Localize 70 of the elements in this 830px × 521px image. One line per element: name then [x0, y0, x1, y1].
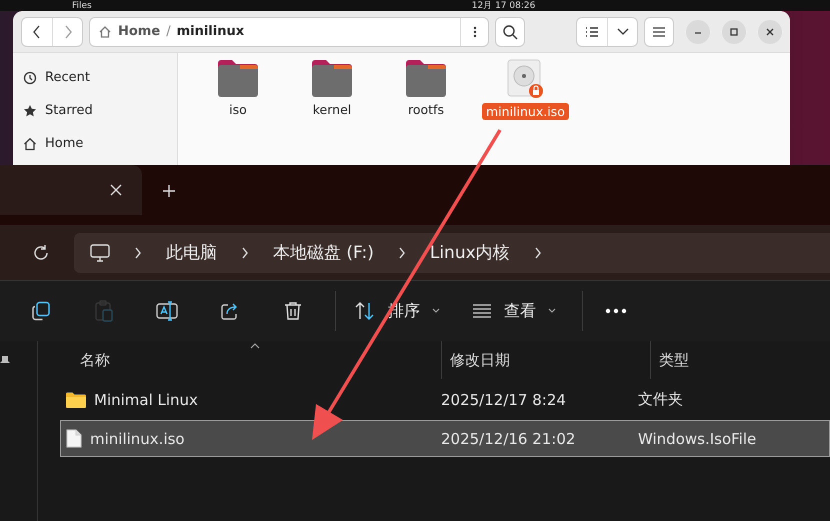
folder-icon [66, 392, 86, 408]
folder-icon [218, 59, 258, 97]
close-button[interactable] [758, 20, 782, 44]
clock: 12月 17 08:26 [472, 0, 536, 10]
file-item[interactable]: minilinux.iso [482, 59, 569, 165]
sidebar-item[interactable]: Home [13, 127, 177, 160]
app-name: Files [72, 0, 92, 10]
file-name: minilinux.iso [90, 430, 185, 448]
file-row[interactable]: minilinux.iso 2025/12/16 21:02 Windows.IsoFile [60, 420, 830, 457]
caret-icon [548, 308, 556, 314]
path-bar[interactable]: Home / minilinux [89, 16, 489, 46]
computer-icon [90, 244, 110, 262]
plus-icon [162, 184, 176, 198]
type-cell-text: Windows.IsoFile [638, 430, 758, 448]
copy-icon [31, 301, 51, 321]
home-icon [23, 136, 37, 150]
trash-icon [284, 301, 302, 321]
path-separator: / [166, 24, 171, 39]
folder-icon [406, 59, 446, 97]
date-cell-text: 2025/12/16 21:02 [440, 430, 576, 448]
maximize-icon [729, 26, 739, 36]
caret-icon [616, 28, 628, 36]
chevron-icon [398, 246, 406, 258]
menu-icon [652, 26, 666, 38]
date-cell-text: 2025/12/17 8:24 [440, 390, 567, 408]
chevron-icon [241, 246, 249, 258]
close-icon [765, 26, 775, 36]
address-bar[interactable]: 此电脑 本地磁盘 (F:) Linux内核 [74, 232, 830, 272]
list-icon [585, 26, 599, 38]
sort-caret-icon [250, 343, 260, 349]
menu-icon [472, 304, 492, 318]
rename-icon [156, 301, 178, 321]
chevron-icon [534, 246, 542, 258]
path-item[interactable]: Home [118, 24, 160, 39]
clock-icon [23, 70, 37, 84]
column-header[interactable]: 类型 [651, 341, 830, 379]
caret-icon [432, 308, 440, 314]
file-item[interactable]: iso [200, 59, 276, 165]
search-icon [502, 24, 518, 40]
home-icon [98, 24, 112, 38]
chevron-icon [134, 246, 142, 258]
file-name: Minimal Linux [94, 390, 198, 408]
refresh-icon [32, 244, 50, 262]
disc-image-icon [505, 59, 546, 99]
sidebar-item[interactable]: Starred [13, 94, 177, 127]
file-row[interactable]: Minimal Linux 2025/12/17 8:24 文件夹 [60, 381, 830, 418]
star-icon [23, 104, 37, 118]
column-header[interactable]: 修改日期 [442, 341, 651, 379]
folder-icon [312, 59, 352, 97]
forward-icon [62, 24, 72, 38]
more-icon [472, 24, 476, 38]
more-icon [605, 308, 627, 314]
back-icon [32, 24, 42, 38]
breadcrumb-item[interactable]: 本地磁盘 (F:) [273, 241, 374, 264]
main-menu-button[interactable] [644, 16, 674, 46]
file-item[interactable]: rootfs [388, 59, 464, 165]
search-button[interactable] [495, 16, 525, 46]
type-cell-text: 文件夹 [638, 390, 684, 409]
file-item[interactable]: kernel [294, 59, 370, 165]
path-item[interactable]: minilinux [176, 24, 244, 39]
clipboard-icon [94, 300, 114, 322]
view-button[interactable]: 查看 [466, 296, 562, 326]
sidebar-item[interactable]: Recent [13, 61, 177, 94]
breadcrumb-item[interactable]: Linux内核 [430, 241, 510, 264]
column-header[interactable]: 名称 [38, 341, 442, 379]
file-icon [66, 429, 82, 448]
sort-icon [354, 302, 376, 320]
maximize-button[interactable] [722, 20, 746, 44]
breadcrumb-item[interactable]: 此电脑 [166, 241, 217, 264]
close-icon [110, 184, 122, 196]
